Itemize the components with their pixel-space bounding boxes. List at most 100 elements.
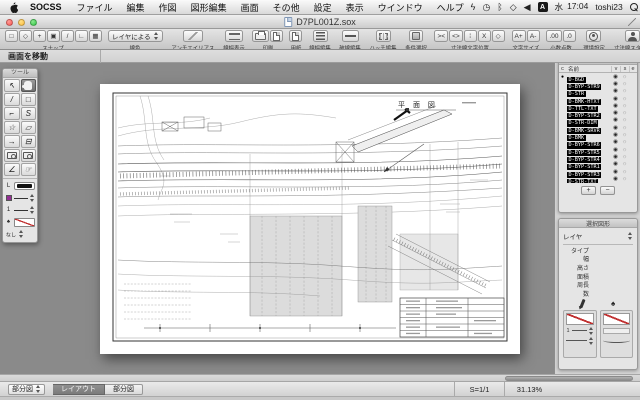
eye-icon[interactable]: ◉ (611, 139, 620, 145)
menu-item[interactable]: 表示 (339, 1, 371, 14)
view-tab[interactable]: 部分図 (105, 384, 143, 395)
print-preview-button[interactable] (270, 30, 283, 42)
stepper-icon[interactable] (589, 337, 594, 345)
sun-icon[interactable]: ☼ (620, 110, 629, 116)
sun-icon[interactable]: ☼ (620, 169, 629, 175)
fill-curve-mini-row[interactable] (603, 337, 631, 345)
linewidth-edit-button[interactable] (313, 30, 328, 42)
drawing-sheet[interactable]: 平 面 図 (100, 84, 520, 354)
line-width-swatch[interactable] (14, 182, 35, 190)
line-color-row[interactable] (5, 193, 35, 203)
menu-item[interactable]: 編集 (120, 1, 152, 14)
add-layer-button[interactable]: + (581, 186, 596, 195)
status-icon[interactable]: ϟ (471, 3, 476, 12)
line-tool[interactable]: / (4, 93, 20, 106)
eye-icon[interactable]: ◉ (611, 176, 620, 182)
sun-icon[interactable]: ☼ (620, 88, 629, 94)
sun-icon[interactable]: ☼ (620, 139, 629, 145)
rect-tool[interactable]: □ (21, 93, 37, 106)
print-button[interactable] (252, 30, 269, 42)
tool-palette-title[interactable]: ツール (3, 69, 37, 78)
sun-icon[interactable]: ☼ (620, 125, 629, 131)
sun-icon[interactable]: ☼ (620, 147, 629, 153)
color-swatch[interactable] (6, 195, 12, 201)
drawing-canvas[interactable]: 平 面 図 (0, 63, 554, 374)
fill-style-box[interactable] (600, 310, 634, 358)
spotlight-icon[interactable] (630, 3, 639, 12)
dim-text-position-button[interactable]: <> (449, 30, 463, 42)
snap-button[interactable]: / (61, 30, 74, 42)
line-type-row[interactable]: 1 (5, 205, 35, 215)
stepper-icon[interactable] (628, 232, 633, 240)
eye-icon[interactable]: ◉ (611, 161, 620, 167)
input-method-icon[interactable]: A (538, 2, 548, 12)
dim-text-position-button[interactable]: >< (434, 30, 448, 42)
menu-item[interactable]: 作図 (152, 1, 184, 14)
linewidth-display-button[interactable] (225, 30, 243, 42)
status-icon[interactable]: ◷ (482, 3, 490, 12)
line-width-row[interactable]: L (5, 181, 35, 191)
stepper-icon[interactable] (589, 327, 594, 335)
snap-button[interactable]: □ (5, 30, 18, 42)
menu-item[interactable]: ウインドウ (371, 1, 430, 14)
condition-select-button[interactable] (409, 30, 423, 42)
eye-icon[interactable]: ◉ (611, 103, 620, 109)
camera-tool[interactable] (4, 149, 20, 162)
sun-icon[interactable]: ☼ (620, 154, 629, 160)
zoom-button[interactable] (30, 19, 37, 26)
stroke-swatch[interactable] (566, 313, 594, 325)
decimal-button[interactable]: .00 (546, 30, 561, 42)
layout-tool[interactable]: ⊟ (21, 135, 37, 148)
snap-button[interactable]: ∟ (75, 30, 88, 42)
no-fill-swatch[interactable] (14, 218, 35, 227)
sun-icon[interactable]: ☼ (620, 81, 629, 87)
selection-layer-row[interactable]: レイヤ (559, 228, 637, 243)
text-tool[interactable]: S (21, 107, 37, 120)
snap-button[interactable]: ▣ (47, 30, 60, 42)
status-icon[interactable]: ◀ (524, 3, 531, 12)
sun-icon[interactable]: ☼ (620, 161, 629, 167)
snap-button[interactable]: ◇ (19, 30, 32, 42)
status-icon[interactable]: ᛒ (497, 3, 502, 12)
dim-style-button[interactable] (625, 30, 640, 42)
fill-swatch[interactable] (603, 313, 631, 325)
antialias-button[interactable] (183, 30, 203, 42)
snap-button[interactable]: ▦ (89, 30, 102, 42)
scrollbar-thumb[interactable] (505, 376, 633, 381)
angle-tool[interactable]: ∠ (4, 163, 20, 176)
remove-layer-button[interactable]: − (600, 186, 615, 195)
hatch-row[interactable]: ♠ (5, 217, 35, 227)
view-tab[interactable]: レイアウト (53, 384, 105, 395)
sun-icon[interactable]: ☼ (620, 103, 629, 109)
sun-icon[interactable]: ☼ (620, 96, 629, 102)
eye-icon[interactable]: ◉ (611, 132, 620, 138)
line-color-dropdown[interactable]: レイヤによる (108, 30, 163, 42)
app-menu[interactable]: SOCSS (22, 2, 70, 12)
dim-text-position-button[interactable]: ◇ (492, 30, 505, 42)
menu-item[interactable]: 設定 (307, 1, 339, 14)
preferences-button[interactable] (586, 30, 601, 42)
fill-type-mini-row[interactable] (603, 327, 631, 335)
menu-item[interactable]: ファイル (70, 1, 120, 14)
stepper-icon[interactable] (19, 230, 24, 238)
sun-icon[interactable]: ☼ (620, 132, 629, 138)
eye-icon[interactable]: ◉ (611, 74, 620, 80)
menu-item[interactable]: ヘルプ (430, 1, 471, 14)
linewidth-mini-row[interactable] (566, 337, 594, 345)
stepper-icon[interactable] (30, 206, 35, 214)
dimension-tool[interactable]: ⌐ (4, 107, 20, 120)
menu-item[interactable]: その他 (266, 1, 307, 14)
sun-icon[interactable]: ☼ (620, 176, 629, 182)
stroke-style-box[interactable]: 1 (563, 310, 597, 358)
eye-icon[interactable]: ◉ (611, 125, 620, 131)
menu-item[interactable]: 画面 (234, 1, 266, 14)
star-tool[interactable]: ☆ (4, 121, 20, 134)
eye-icon[interactable]: ◉ (611, 147, 620, 153)
snapshot-tool[interactable] (21, 149, 37, 162)
fill-none-row[interactable]: なし (5, 229, 35, 239)
snap-button[interactable]: + (33, 30, 46, 42)
close-button[interactable] (6, 19, 13, 26)
eye-icon[interactable]: ◉ (611, 81, 620, 87)
window-title-bar[interactable]: D7PL001Z.sox (0, 15, 640, 29)
stepper-icon[interactable] (30, 194, 35, 202)
